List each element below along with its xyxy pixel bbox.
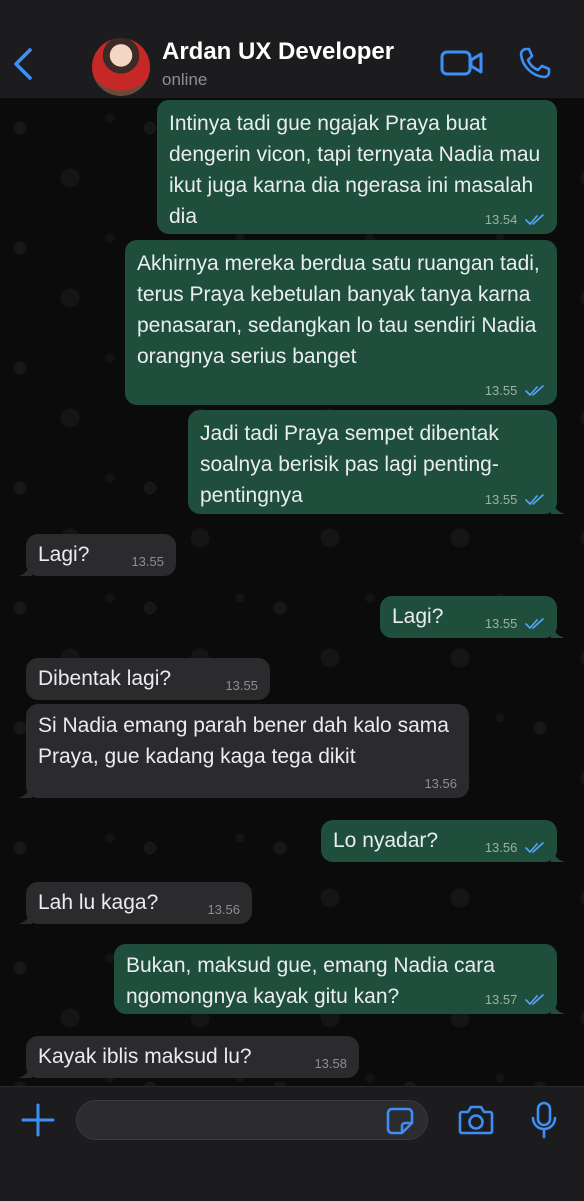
message-meta: 13.56	[485, 840, 545, 856]
bubble-tail	[551, 500, 565, 514]
message-meta: 13.55	[225, 678, 258, 694]
message-time: 13.55	[131, 554, 164, 569]
sticker-icon[interactable]	[386, 1107, 414, 1135]
message-list[interactable]: Intinya tadi gue ngajak Praya buat denge…	[0, 98, 584, 1086]
plus-icon[interactable]	[20, 1102, 56, 1138]
outgoing-message[interactable]: Akhirnya mereka berdua satu ruangan tadi…	[125, 240, 557, 405]
message-meta: 13.55	[485, 492, 545, 508]
message-time: 13.55	[484, 383, 518, 398]
message-text: Bukan, maksud gue, emang Nadia cara ngom…	[126, 954, 495, 1008]
message-meta: 13.58	[314, 1056, 347, 1072]
message-input[interactable]	[76, 1100, 428, 1140]
bubble-tail	[18, 784, 32, 798]
bubble-tail	[551, 1000, 565, 1014]
video-call-icon[interactable]	[440, 48, 484, 78]
composer-bar	[0, 1086, 584, 1201]
microphone-icon[interactable]	[530, 1101, 558, 1139]
camera-icon[interactable]	[458, 1104, 494, 1136]
message-meta: 13.55	[131, 554, 164, 570]
contact-status: online	[162, 70, 208, 89]
message-time: 13.57	[484, 992, 518, 1007]
outgoing-message[interactable]: Bukan, maksud gue, emang Nadia cara ngom…	[114, 944, 565, 1014]
message-meta: 13.56	[424, 776, 457, 792]
read-receipt-icon	[525, 994, 544, 1006]
outgoing-message[interactable]: Lo nyadar? 13.56	[321, 820, 565, 862]
message-time: 13.54	[484, 212, 518, 227]
outgoing-message[interactable]: Intinya tadi gue ngajak Praya buat denge…	[157, 100, 557, 234]
message-meta: 13.54	[485, 212, 545, 228]
read-receipt-icon	[525, 618, 544, 630]
message-meta: 13.55	[485, 383, 545, 399]
incoming-message[interactable]: Lagi? 13.55	[18, 534, 176, 576]
message-text: Akhirnya mereka berdua satu ruangan tadi…	[137, 252, 540, 368]
chat-header: Ardan UX Developer online	[0, 0, 584, 99]
incoming-message[interactable]: Dibentak lagi? 13.55	[26, 658, 270, 700]
outgoing-message[interactable]: Lagi? 13.55	[380, 596, 565, 638]
message-time: 13.56	[207, 902, 240, 917]
message-time: 13.56	[424, 776, 457, 791]
read-receipt-icon	[525, 214, 544, 226]
contact-name[interactable]: Ardan UX Developer	[162, 38, 394, 66]
message-meta: 13.57	[485, 992, 545, 1008]
bubble-tail	[18, 910, 32, 924]
read-receipt-icon	[525, 385, 544, 397]
phone-call-icon[interactable]	[518, 46, 552, 80]
message-time: 13.56	[484, 840, 518, 855]
message-meta: 13.56	[207, 902, 240, 918]
message-time: 13.58	[314, 1056, 347, 1071]
bubble-tail	[18, 562, 32, 576]
outgoing-message[interactable]: Jadi tadi Praya sempet dibentak soalnya …	[188, 410, 565, 514]
message-time: 13.55	[484, 492, 518, 507]
message-meta: 13.55	[485, 616, 545, 632]
message-time: 13.55	[484, 616, 518, 631]
message-text: Kayak iblis maksud lu?	[38, 1045, 252, 1068]
message-text: Si Nadia emang parah bener dah kalo sama…	[38, 714, 449, 768]
avatar[interactable]	[92, 38, 150, 96]
back-chevron-icon[interactable]	[10, 46, 36, 82]
bubble-tail	[551, 624, 565, 638]
incoming-message[interactable]: Si Nadia emang parah bener dah kalo sama…	[18, 704, 469, 798]
read-receipt-icon	[525, 494, 544, 506]
incoming-message[interactable]: Kayak iblis maksud lu? 13.58	[18, 1036, 359, 1078]
read-receipt-icon	[525, 842, 544, 854]
bubble-tail	[551, 848, 565, 862]
message-time: 13.55	[225, 678, 258, 693]
incoming-message[interactable]: Lah lu kaga? 13.56	[18, 882, 252, 924]
bubble-tail	[18, 1064, 32, 1078]
